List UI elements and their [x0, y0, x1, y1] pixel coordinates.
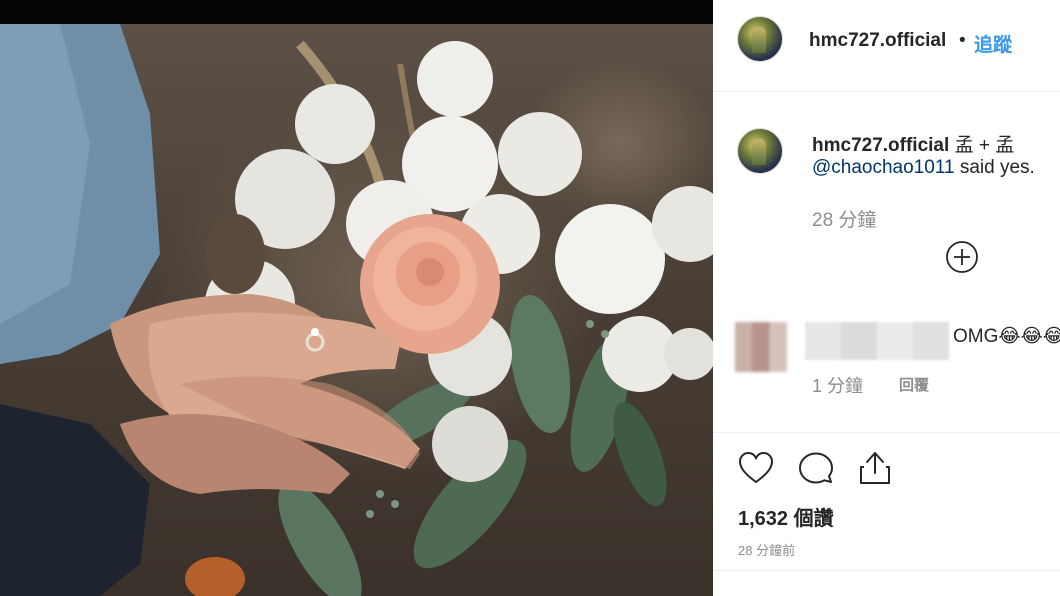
follow-button[interactable]: 追蹤	[974, 30, 1012, 57]
caption-avatar[interactable]	[737, 128, 783, 174]
reply-button[interactable]: 回覆	[899, 374, 929, 395]
author-username[interactable]: hmc727.official	[809, 30, 946, 52]
caption-mention-link[interactable]: @chaochao1011	[812, 157, 955, 178]
commenter-username-blurred[interactable]	[805, 322, 949, 360]
plus-circle-icon[interactable]	[945, 240, 979, 274]
bottom-divider	[713, 570, 1060, 571]
author-avatar[interactable]	[737, 16, 783, 62]
caption-line-2: @chaochao1011 said yes.	[812, 157, 1035, 179]
caption-timestamp: 28 分鐘	[812, 210, 877, 231]
caption-text: 孟 + 孟	[954, 135, 1015, 156]
share-icon[interactable]	[856, 449, 894, 487]
bouquet-photo-illustration	[0, 24, 713, 596]
header-separator: •	[959, 30, 966, 51]
actions-divider	[713, 432, 1060, 433]
post-photo[interactable]	[0, 24, 713, 596]
like-count[interactable]: 1,632 個讚	[738, 502, 834, 531]
caption-line-1: hmc727.official 孟 + 孟	[812, 130, 1014, 157]
post-header: hmc727.official • 追蹤	[713, 0, 1060, 92]
post-timestamp: 28 分鐘前	[738, 543, 796, 558]
comment-text: OMG😂😂😂	[953, 326, 1060, 347]
heart-icon[interactable]	[737, 449, 775, 487]
photo-top-strip	[0, 0, 713, 24]
post-side-panel: hmc727.official • 追蹤 hmc727.official 孟 +…	[713, 0, 1060, 596]
caption-username[interactable]: hmc727.official	[812, 135, 949, 156]
commenter-avatar-blurred[interactable]	[735, 322, 787, 372]
caption-text-end: said yes.	[959, 157, 1035, 178]
comment-timestamp: 1 分鐘	[812, 376, 864, 396]
comment-bubble-icon[interactable]	[797, 449, 835, 487]
